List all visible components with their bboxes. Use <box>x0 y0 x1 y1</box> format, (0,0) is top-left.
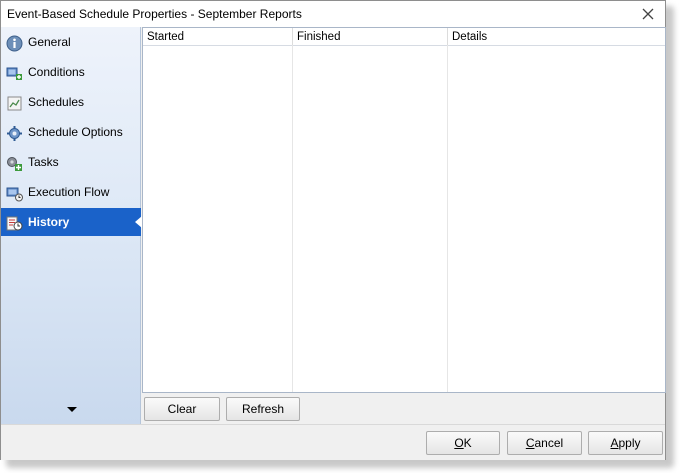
nav-item-tasks[interactable]: Tasks <box>1 148 141 176</box>
column-started[interactable]: Started <box>143 28 293 45</box>
title-bar: Event-Based Schedule Properties - Septem… <box>1 1 665 27</box>
nav-item-schedules[interactable]: Schedules <box>1 88 141 116</box>
nav-item-label: General <box>28 35 71 49</box>
apply-button[interactable]: Apply <box>588 431 663 455</box>
nav-item-history[interactable]: History <box>1 208 142 236</box>
column-details[interactable]: Details <box>448 28 665 45</box>
cancel-button[interactable]: Cancel <box>507 431 582 455</box>
nav-item-conditions[interactable]: Conditions <box>1 58 141 86</box>
column-divider <box>292 45 293 392</box>
side-navigation: General Conditions Schedules Schedule Op… <box>1 27 142 424</box>
history-list[interactable]: Started Finished Details <box>142 27 666 393</box>
column-divider <box>447 45 448 392</box>
nav-item-label: Schedule Options <box>28 125 123 139</box>
nav-item-label: Execution Flow <box>28 185 110 199</box>
ok-button[interactable]: OK <box>426 431 500 455</box>
conditions-icon <box>6 64 23 81</box>
tasks-icon <box>6 154 23 171</box>
window-title: Event-Based Schedule Properties - Septem… <box>7 7 302 21</box>
schedules-icon <box>6 94 23 111</box>
nav-scroll-down-icon[interactable] <box>67 407 77 412</box>
nav-item-label: Schedules <box>28 95 85 109</box>
column-finished[interactable]: Finished <box>293 28 448 45</box>
nav-item-general[interactable]: General <box>1 28 141 56</box>
info-icon <box>6 34 23 52</box>
close-icon[interactable] <box>637 3 659 25</box>
history-icon <box>6 214 23 231</box>
nav-item-label: History <box>28 215 70 229</box>
refresh-button[interactable]: Refresh <box>226 397 300 421</box>
nav-item-label: Conditions <box>28 65 85 79</box>
nav-item-schedule-options[interactable]: Schedule Options <box>1 118 141 146</box>
properties-dialog: Event-Based Schedule Properties - Septem… <box>0 0 666 460</box>
history-list-header: Started Finished Details <box>143 28 665 46</box>
clear-button[interactable]: Clear <box>144 397 220 421</box>
nav-item-label: Tasks <box>28 155 59 169</box>
schedule-options-icon <box>6 124 23 141</box>
execution-flow-icon <box>6 184 23 202</box>
dialog-footer: OK Cancel Apply <box>1 424 665 460</box>
nav-item-execution-flow[interactable]: Execution Flow <box>1 178 141 206</box>
